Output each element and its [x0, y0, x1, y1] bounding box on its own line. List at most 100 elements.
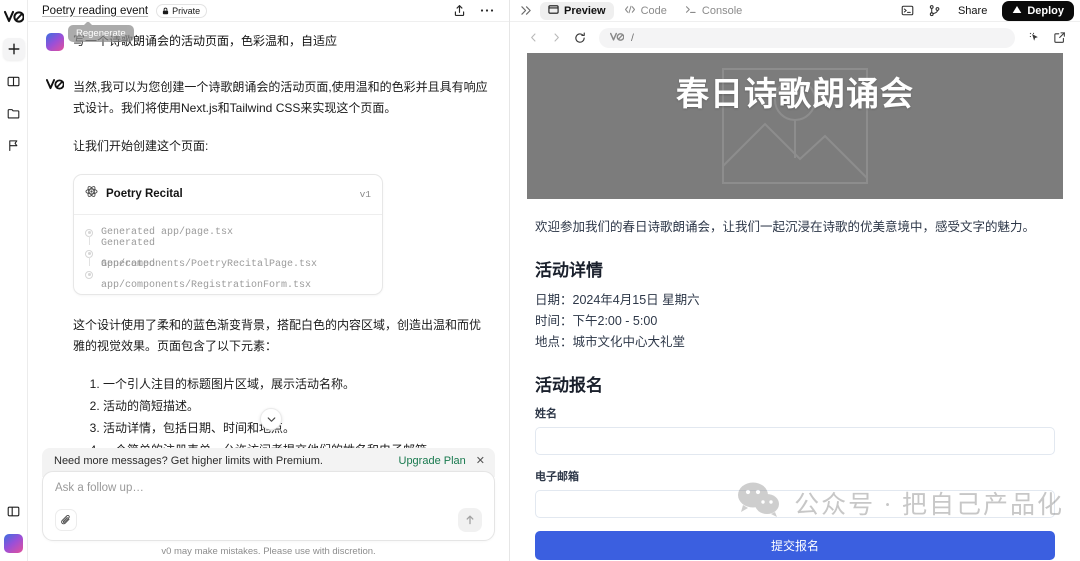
- assistant-paragraph: 这个设计使用了柔和的蓝色渐变背景，搭配白色的内容区域，创造出温和而优雅的视觉效果…: [73, 318, 482, 353]
- vercel-triangle-icon: [1012, 5, 1022, 17]
- attach-file-button[interactable]: [55, 509, 77, 531]
- lock-icon: [163, 7, 169, 14]
- tab-label: Console: [701, 4, 743, 17]
- external-link-icon: [1054, 32, 1065, 43]
- sidebar-item-projects[interactable]: [3, 102, 25, 124]
- panel-left-icon: [7, 506, 20, 516]
- tab-console[interactable]: Console: [677, 2, 750, 20]
- react-atom-icon: [85, 184, 98, 205]
- composer-toolbar: [55, 508, 482, 532]
- deploy-button[interactable]: Deploy: [1002, 0, 1074, 21]
- chat-header: Poetry reading event Private: [28, 0, 509, 22]
- preview-toolbar: Preview Code Console Share Deploy: [510, 0, 1080, 22]
- preview-content: 欢迎参加我们的春日诗歌朗诵会，让我们一起沉浸在诗歌的优美意境中，感受文字的魅力。…: [527, 199, 1063, 560]
- sidebar-item-new-chat[interactable]: [2, 38, 25, 60]
- v0-logo-icon: [609, 29, 625, 47]
- hero-banner: 春日诗歌朗诵会: [527, 53, 1063, 199]
- status-dot-icon: [85, 270, 93, 279]
- chat-panel: Poetry reading event Private 写一个诗歌朗诵会的活动…: [28, 0, 510, 561]
- artifact-card[interactable]: Poetry Recital v1 Generated app/page.tsx: [73, 174, 383, 295]
- chevron-right-icon: [554, 33, 559, 42]
- artifact-version: v1: [359, 189, 371, 200]
- scroll-to-bottom-button[interactable]: [260, 408, 282, 430]
- page-title[interactable]: Poetry reading event: [42, 5, 148, 17]
- artifact-file-list: Generated app/page.tsx Generated app/com…: [74, 215, 382, 294]
- book-icon: [7, 76, 20, 86]
- upgrade-plan-link[interactable]: Upgrade Plan: [399, 455, 466, 467]
- follow-up-input[interactable]: Ask a follow up…: [55, 482, 482, 494]
- submit-registration-button[interactable]: 提交报名: [535, 531, 1055, 560]
- artifact-header: Poetry Recital v1: [74, 175, 382, 215]
- close-icon[interactable]: ✕: [476, 454, 485, 467]
- inspect-element-button[interactable]: [1024, 31, 1045, 44]
- signup-heading: 活动报名: [535, 376, 603, 395]
- list-item: 一个引人注目的标题图片区域，展示活动名称。: [103, 374, 491, 395]
- ellipsis-icon[interactable]: [477, 8, 497, 13]
- terminal-prompt-icon: [685, 4, 697, 18]
- artifact-file-label: Generated app/components/RegistrationFor…: [101, 258, 312, 291]
- hero-title: 春日诗歌朗诵会: [676, 77, 914, 113]
- assistant-paragraph: 当然,我可以为您创建一个诗歌朗诵会的活动页面,使用温和的色彩并且具有响应式设计。…: [73, 80, 488, 115]
- disclaimer-text: v0 may make mistakes. Please use with di…: [161, 546, 376, 557]
- chevron-down-icon: [267, 416, 275, 422]
- tab-label: Code: [640, 4, 667, 17]
- name-field-label: 姓名: [535, 408, 557, 420]
- detail-date: 日期：2024年4月15日 星期六: [535, 293, 700, 307]
- user-message: 写一个诗歌朗诵会的活动页面，色彩温和，自适应 Regenerate: [46, 22, 491, 51]
- sidebar-item-feedback[interactable]: [3, 134, 25, 156]
- url-text: /: [631, 31, 634, 44]
- email-field-label: 电子邮箱: [535, 471, 579, 483]
- code-brackets-icon: [624, 4, 636, 18]
- promo-text: Need more messages? Get higher limits wi…: [54, 454, 323, 467]
- intro-paragraph: 欢迎参加我们的春日诗歌朗诵会，让我们一起沉浸在诗歌的优美意境中，感受文字的魅力。: [535, 220, 1036, 234]
- user-avatar[interactable]: [4, 534, 23, 553]
- paperclip-icon: [61, 514, 70, 525]
- tab-preview[interactable]: Preview: [540, 1, 614, 20]
- detail-time: 时间：下午2:00 - 5:00: [535, 314, 658, 328]
- preview-viewport: 春日诗歌朗诵会 欢迎参加我们的春日诗歌朗诵会，让我们一起沉浸在诗歌的优美意境中，…: [510, 53, 1080, 561]
- reload-button[interactable]: [570, 31, 590, 44]
- tab-label: Preview: [564, 4, 606, 17]
- open-in-new-tab-button[interactable]: [1049, 31, 1070, 44]
- list-item[interactable]: Generated app/components/RegistrationFor…: [85, 259, 371, 291]
- browser-chrome: /: [510, 22, 1080, 53]
- avatar: [46, 33, 64, 51]
- status-badge: Private: [156, 3, 208, 18]
- details-heading: 活动详情: [535, 261, 603, 280]
- cursor-inspect-icon: [1029, 32, 1038, 41]
- chevrons-right-icon[interactable]: [518, 5, 538, 16]
- url-input[interactable]: /: [599, 27, 1015, 48]
- list-item: 活动详情，包括日期、时间和地点。: [103, 418, 491, 439]
- privacy-label: Private: [172, 5, 201, 16]
- preview-panel: Preview Code Console Share Deploy / 春日诗歌…: [510, 0, 1080, 561]
- icon-rail: [0, 0, 28, 561]
- tab-code[interactable]: Code: [616, 2, 675, 20]
- v0-logo-icon: [45, 78, 65, 96]
- forward-button[interactable]: [547, 32, 566, 43]
- artifact-title: Poetry Recital: [106, 188, 183, 200]
- message-composer[interactable]: Ask a follow up…: [42, 471, 495, 541]
- tooltip-content: Regenerate: [68, 22, 134, 42]
- flag-icon: [9, 139, 18, 151]
- plus-icon: [8, 43, 20, 55]
- name-field[interactable]: [535, 427, 1055, 455]
- v0-logo-icon: [1, 6, 27, 28]
- arrow-up-icon: [466, 515, 474, 525]
- terminal-box-icon[interactable]: [895, 4, 920, 17]
- send-message-button[interactable]: [458, 508, 482, 532]
- git-branch-icon[interactable]: [922, 4, 947, 17]
- share-button[interactable]: Share: [948, 2, 997, 19]
- list-item: 活动的简短描述。: [103, 396, 491, 417]
- sidebar-item-library[interactable]: [3, 70, 25, 92]
- toggle-sidebar-button[interactable]: [3, 500, 25, 522]
- share-upload-icon[interactable]: [450, 4, 469, 17]
- refresh-icon: [575, 31, 585, 43]
- folder-icon: [7, 108, 20, 118]
- email-field[interactable]: [535, 490, 1055, 518]
- back-button[interactable]: [524, 32, 543, 43]
- assistant-paragraph: 让我们开始创建这个页面:: [73, 139, 209, 153]
- deploy-label: Deploy: [1027, 4, 1064, 17]
- app-root: Poetry reading event Private 写一个诗歌朗诵会的活动…: [0, 0, 1080, 561]
- chevron-left-icon: [531, 33, 536, 42]
- detail-location: 地点：城市文化中心大礼堂: [535, 335, 686, 349]
